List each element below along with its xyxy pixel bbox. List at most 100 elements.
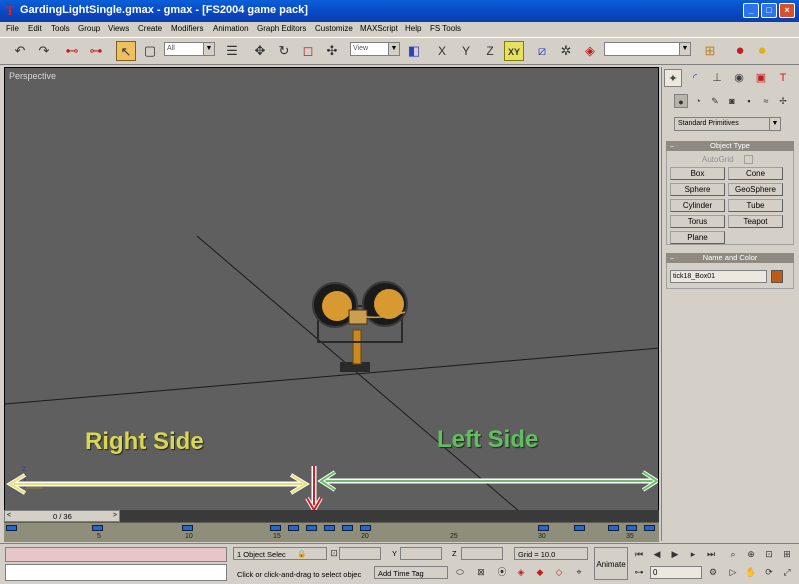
- spinner-snap-icon[interactable]: ◇: [552, 566, 566, 579]
- space-warps-icon[interactable]: ≈: [759, 94, 773, 108]
- keyframe-marker[interactable]: [6, 525, 17, 531]
- field-of-view-icon[interactable]: ▷: [726, 566, 740, 579]
- arc-rotate-icon[interactable]: ⟳: [762, 566, 776, 579]
- chevron-left-icon[interactable]: <: [7, 512, 11, 519]
- menu-modifiers[interactable]: Modifiers: [171, 24, 203, 33]
- geometry-icon[interactable]: ●: [674, 94, 688, 108]
- unlink-selection-icon[interactable]: ⊶: [86, 41, 106, 61]
- go-to-start-icon[interactable]: ⏮: [632, 548, 646, 561]
- keyframe-marker[interactable]: [644, 525, 655, 531]
- key-filters-icon[interactable]: ⌖: [572, 566, 586, 579]
- utilities-tab-icon[interactable]: T: [774, 69, 792, 87]
- undo-icon[interactable]: ↶: [10, 41, 30, 61]
- helpers-icon[interactable]: ▪: [742, 94, 756, 108]
- select-and-link-icon[interactable]: ⊷: [62, 41, 82, 61]
- keyframe-marker[interactable]: [324, 525, 335, 531]
- menu-customize[interactable]: Customize: [315, 24, 353, 33]
- array-icon[interactable]: ✲: [556, 41, 576, 61]
- cone-button[interactable]: Cone: [728, 167, 783, 180]
- perspective-viewport[interactable]: z Perspective Right Side Left Side: [4, 67, 659, 511]
- angle-snap-icon[interactable]: ◈: [514, 566, 528, 579]
- teapot-button[interactable]: Teapot: [728, 215, 783, 228]
- box-button[interactable]: Box: [670, 167, 725, 180]
- keyframe-marker[interactable]: [306, 525, 317, 531]
- keyframe-marker[interactable]: [626, 525, 637, 531]
- snap-icon[interactable]: ◈: [580, 41, 600, 61]
- lights-icon[interactable]: ✎: [708, 94, 722, 108]
- crossing-select-icon[interactable]: ⬭: [453, 566, 467, 579]
- time-slider[interactable]: < 0 / 36 >: [4, 510, 659, 522]
- zoom-extents-icon[interactable]: ⊡: [762, 548, 776, 561]
- maximize-button[interactable]: □: [761, 3, 777, 18]
- render-icon[interactable]: ●: [752, 41, 772, 61]
- menu-edit[interactable]: Edit: [28, 24, 42, 33]
- named-selection-dropdown[interactable]: ▼: [604, 42, 691, 56]
- animate-button[interactable]: Animate: [594, 547, 628, 580]
- snap-toggle-icon[interactable]: ⦿: [495, 566, 509, 579]
- percent-snap-icon[interactable]: ◆: [533, 566, 547, 579]
- menu-fs-tools[interactable]: FS Tools: [430, 24, 461, 33]
- pan-icon[interactable]: ✋: [744, 566, 758, 579]
- keyframe-marker[interactable]: [92, 525, 103, 531]
- menu-animation[interactable]: Animation: [213, 24, 249, 33]
- chevron-right-icon[interactable]: >: [113, 512, 117, 519]
- cameras-icon[interactable]: ◙: [725, 94, 739, 108]
- restrict-xy-button[interactable]: XY: [504, 41, 524, 61]
- menu-create[interactable]: Create: [138, 24, 162, 33]
- align-icon[interactable]: ⊞: [700, 41, 720, 61]
- move-icon[interactable]: ✥: [250, 41, 270, 61]
- autogrid-checkbox[interactable]: [744, 155, 753, 164]
- systems-icon[interactable]: ✢: [776, 94, 790, 108]
- minimize-button[interactable]: _: [743, 3, 759, 18]
- cylinder-button[interactable]: Cylinder: [670, 199, 725, 212]
- modify-tab-icon[interactable]: ◜: [686, 69, 704, 87]
- lock-icon[interactable]: 🔒: [297, 549, 307, 558]
- keyframe-marker[interactable]: [608, 525, 619, 531]
- select-object-icon[interactable]: ↖: [116, 41, 136, 61]
- scale-icon[interactable]: ◻: [298, 41, 318, 61]
- z-coord-field[interactable]: [461, 547, 503, 560]
- zoom-icon[interactable]: ⌕: [726, 548, 740, 561]
- menu-maxscript[interactable]: MAXScript: [360, 24, 398, 33]
- restrict-z-button[interactable]: Z: [480, 41, 500, 61]
- maximize-viewport-icon[interactable]: ⤢: [780, 566, 794, 579]
- mirror-icon[interactable]: ⧄: [532, 41, 552, 61]
- keyframe-marker[interactable]: [538, 525, 549, 531]
- zoom-extents-all-icon[interactable]: ⊞: [780, 548, 794, 561]
- time-slider-thumb[interactable]: < 0 / 36 >: [4, 510, 120, 522]
- keyframe-marker[interactable]: [270, 525, 281, 531]
- shapes-icon[interactable]: ◔: [691, 94, 705, 108]
- keyframe-marker[interactable]: [182, 525, 193, 531]
- tube-button[interactable]: Tube: [728, 199, 783, 212]
- primitive-category-dropdown[interactable]: Standard Primitives ▼: [674, 117, 781, 131]
- next-frame-icon[interactable]: ▸: [686, 548, 700, 561]
- y-coord-field[interactable]: [400, 547, 442, 560]
- menu-tools[interactable]: Tools: [51, 24, 70, 33]
- menu-views[interactable]: Views: [108, 24, 129, 33]
- torus-button[interactable]: Torus: [670, 215, 725, 228]
- select-by-name-icon[interactable]: ☰: [222, 41, 242, 61]
- object-color-swatch[interactable]: [771, 270, 783, 283]
- menu-group[interactable]: Group: [78, 24, 100, 33]
- transform-gizmo-icon[interactable]: ✣: [322, 41, 342, 61]
- track-bar[interactable]: 5 10 15 20 25 30 35: [4, 522, 659, 542]
- zoom-all-icon[interactable]: ⊕: [744, 548, 758, 561]
- display-tab-icon[interactable]: ▣: [752, 69, 770, 87]
- viewport-label[interactable]: Perspective: [9, 71, 56, 81]
- restrict-x-button[interactable]: X: [432, 41, 452, 61]
- reference-coordinate-dropdown[interactable]: View ▼: [350, 42, 400, 56]
- keyframe-marker[interactable]: [342, 525, 353, 531]
- plane-button[interactable]: Plane: [670, 231, 725, 244]
- menu-graph-editors[interactable]: Graph Editors: [257, 24, 306, 33]
- object-name-field[interactable]: tick18_Box01: [670, 270, 767, 283]
- maxscript-input-mini[interactable]: [5, 564, 227, 581]
- add-time-tag-field[interactable]: Add Time Tag: [374, 566, 448, 579]
- x-coord-field[interactable]: [339, 547, 381, 560]
- key-mode-icon[interactable]: ⊶: [632, 566, 646, 579]
- previous-frame-icon[interactable]: ◀: [650, 548, 664, 561]
- menu-help[interactable]: Help: [405, 24, 421, 33]
- material-editor-icon[interactable]: ●: [730, 41, 750, 61]
- maxscript-listener-mini[interactable]: [5, 547, 227, 562]
- region-select-icon[interactable]: ▢: [140, 41, 160, 61]
- name-and-color-rollout-header[interactable]: – Name and Color: [666, 253, 794, 263]
